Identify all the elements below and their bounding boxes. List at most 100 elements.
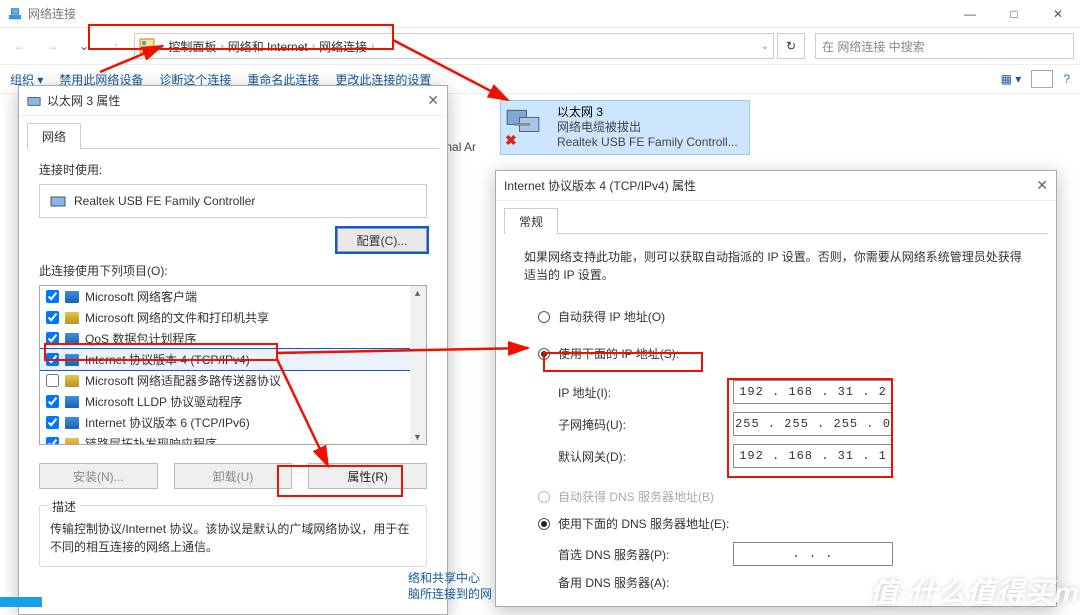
protocol-icon: [65, 354, 79, 366]
protocol-icon: [65, 312, 79, 324]
radio-icon: [538, 491, 550, 503]
forward-button[interactable]: →: [38, 32, 66, 60]
protocol-item[interactable]: QoS 数据包计划程序: [40, 328, 426, 349]
radio-icon: [538, 518, 550, 530]
adapter-name: 以太网 3: [557, 105, 738, 120]
maximize-button[interactable]: □: [992, 0, 1036, 28]
adapter-field-value: Realtek USB FE Family Controller: [74, 194, 255, 208]
window-titlebar: 网络连接: [0, 0, 1080, 28]
search-input[interactable]: 在 网络连接 中搜索: [815, 33, 1074, 59]
breadcrumb-dropdown-icon[interactable]: ⌄: [761, 41, 769, 52]
gw-label: 默认网关(D):: [558, 448, 733, 465]
mask-input[interactable]: 255 . 255 . 255 . 0: [733, 412, 893, 436]
protocol-item[interactable]: Microsoft LLDP 协议驱动程序: [40, 391, 426, 412]
nic-icon: [50, 193, 66, 209]
protocol-item[interactable]: 链路层拓扑发现响应程序: [40, 433, 426, 445]
adapter-icon: ✖: [505, 105, 549, 149]
protocol-checkbox[interactable]: [46, 332, 59, 345]
ipv4-properties-dialog: Internet 协议版本 4 (TCP/IPv4) 属性 ✕ 常规 如果网络支…: [495, 170, 1057, 607]
manual-ip-radio[interactable]: 使用下面的 IP 地址(S):: [538, 345, 685, 362]
protocol-item[interactable]: Internet 协议版本 6 (TCP/IPv6): [40, 412, 426, 433]
gw-input[interactable]: 192 . 168 . 31 . 1: [733, 444, 893, 468]
minimize-button[interactable]: —: [948, 0, 992, 28]
nic-icon: [27, 94, 41, 108]
help-icon[interactable]: ?: [1063, 72, 1070, 86]
protocol-checkbox[interactable]: [46, 437, 59, 445]
control-panel-icon: [139, 38, 155, 54]
radio-icon: [538, 311, 550, 323]
ipv4-note: 如果网络支持此功能，则可以获取自动指派的 IP 设置。否则，你需要从网络系统管理…: [504, 244, 1048, 298]
dialog1-title: 以太网 3 属性: [47, 92, 120, 109]
protocol-icon: [65, 375, 79, 387]
breadcrumb[interactable]: › 控制面板› 网络和 Internet› 网络连接›: [161, 38, 374, 55]
protocol-listbox[interactable]: Microsoft 网络客户端 Microsoft 网络的文件和打印机共享 QoS …: [39, 285, 427, 445]
crumb-1[interactable]: 控制面板: [168, 38, 216, 55]
protocol-icon: [65, 417, 79, 429]
protocol-label: Microsoft LLDP 协议驱动程序: [85, 393, 242, 410]
ip-input[interactable]: 192 . 168 . 31 . 2: [733, 380, 893, 404]
address-bar-row: ← → ⌄ ↑ › 控制面板› 网络和 Internet› 网络连接› ⌄ ↻ …: [0, 28, 1080, 64]
back-button[interactable]: ←: [6, 32, 34, 60]
dns1-label: 首选 DNS 服务器(P):: [558, 546, 733, 563]
crumb-3[interactable]: 网络连接: [319, 38, 367, 55]
search-placeholder: 在 网络连接 中搜索: [822, 38, 925, 55]
breadcrumb-box[interactable]: › 控制面板› 网络和 Internet› 网络连接› ⌄: [134, 33, 774, 59]
adapter-field: Realtek USB FE Family Controller: [39, 184, 427, 218]
uninstall-button[interactable]: 卸载(U): [174, 463, 293, 489]
radio-icon: [538, 348, 550, 360]
dns1-input[interactable]: . . .: [733, 542, 893, 566]
auto-dns-label: 自动获得 DNS 服务器地址(B): [558, 488, 714, 505]
description-label: 描述: [48, 498, 80, 515]
view-options-icon[interactable]: ▦ ▾: [1001, 72, 1022, 86]
protocol-item[interactable]: Internet 协议版本 4 (TCP/IPv4): [40, 349, 426, 370]
mask-label: 子网掩码(U):: [558, 416, 733, 433]
refresh-button[interactable]: ↻: [777, 33, 805, 59]
properties-button[interactable]: 属性(R): [308, 463, 427, 489]
protocol-icon: [65, 291, 79, 303]
tab-general[interactable]: 常规: [504, 208, 558, 234]
window-title: 网络连接: [28, 5, 76, 22]
protocol-checkbox[interactable]: [46, 395, 59, 408]
tab-network[interactable]: 网络: [27, 123, 81, 149]
crumb-2[interactable]: 网络和 Internet: [228, 38, 308, 55]
ip-address-row: IP 地址(I): 192 . 168 . 31 . 2: [558, 380, 1028, 404]
recent-button[interactable]: ⌄: [70, 32, 98, 60]
install-button[interactable]: 安装(N)...: [39, 463, 158, 489]
dialog1-titlebar: 以太网 3 属性 ✕: [19, 86, 447, 116]
protocol-label: Microsoft 网络的文件和打印机共享: [85, 309, 269, 326]
preview-pane-icon[interactable]: [1031, 70, 1053, 88]
adapter-status: 网络电缆被拔出: [557, 120, 738, 135]
dialog1-close-icon[interactable]: ✕: [427, 92, 439, 109]
dialog2-titlebar: Internet 协议版本 4 (TCP/IPv4) 属性 ✕: [496, 171, 1056, 201]
manual-dns-label: 使用下面的 DNS 服务器地址(E):: [558, 515, 729, 532]
protocol-label: Microsoft 网络客户端: [85, 288, 197, 305]
protocol-checkbox[interactable]: [46, 416, 59, 429]
configure-button[interactable]: 配置(C)...: [337, 228, 427, 252]
obscured-footer: 络和共享中心脑所连接到的网: [408, 570, 492, 602]
scrollbar[interactable]: [410, 286, 426, 444]
dialog2-close-icon[interactable]: ✕: [1036, 177, 1048, 194]
adapter-list: ✖ 以太网 3 网络电缆被拔出 Realtek USB FE Family Co…: [500, 100, 750, 155]
close-button[interactable]: ✕: [1036, 0, 1080, 28]
ip-label: IP 地址(I):: [558, 384, 733, 401]
dns1-row: 首选 DNS 服务器(P): . . .: [558, 542, 1028, 566]
manual-dns-radio[interactable]: 使用下面的 DNS 服务器地址(E):: [538, 515, 1028, 532]
protocol-item[interactable]: Microsoft 网络的文件和打印机共享: [40, 307, 426, 328]
auto-ip-radio[interactable]: 自动获得 IP 地址(O): [538, 308, 1028, 325]
dialog2-title: Internet 协议版本 4 (TCP/IPv4) 属性: [504, 177, 696, 194]
auto-dns-radio: 自动获得 DNS 服务器地址(B): [538, 488, 1028, 505]
protocol-checkbox[interactable]: [46, 290, 59, 303]
protocol-item[interactable]: Microsoft 网络适配器多路传送器协议: [40, 370, 426, 391]
adapter-item[interactable]: ✖ 以太网 3 网络电缆被拔出 Realtek USB FE Family Co…: [500, 100, 750, 155]
items-label: 此连接使用下列项目(O):: [39, 262, 427, 279]
protocol-checkbox[interactable]: [46, 353, 59, 366]
protocol-icon: [65, 396, 79, 408]
protocol-checkbox[interactable]: [46, 311, 59, 324]
connect-using-label: 连接时使用:: [39, 161, 427, 178]
protocol-label: Internet 协议版本 6 (TCP/IPv6): [85, 414, 250, 431]
protocol-label: Internet 协议版本 4 (TCP/IPv4): [85, 351, 250, 368]
up-button[interactable]: ↑: [102, 32, 130, 60]
protocol-item[interactable]: Microsoft 网络客户端: [40, 286, 426, 307]
protocol-checkbox[interactable]: [46, 374, 59, 387]
taskbar-fragment: [0, 597, 42, 607]
